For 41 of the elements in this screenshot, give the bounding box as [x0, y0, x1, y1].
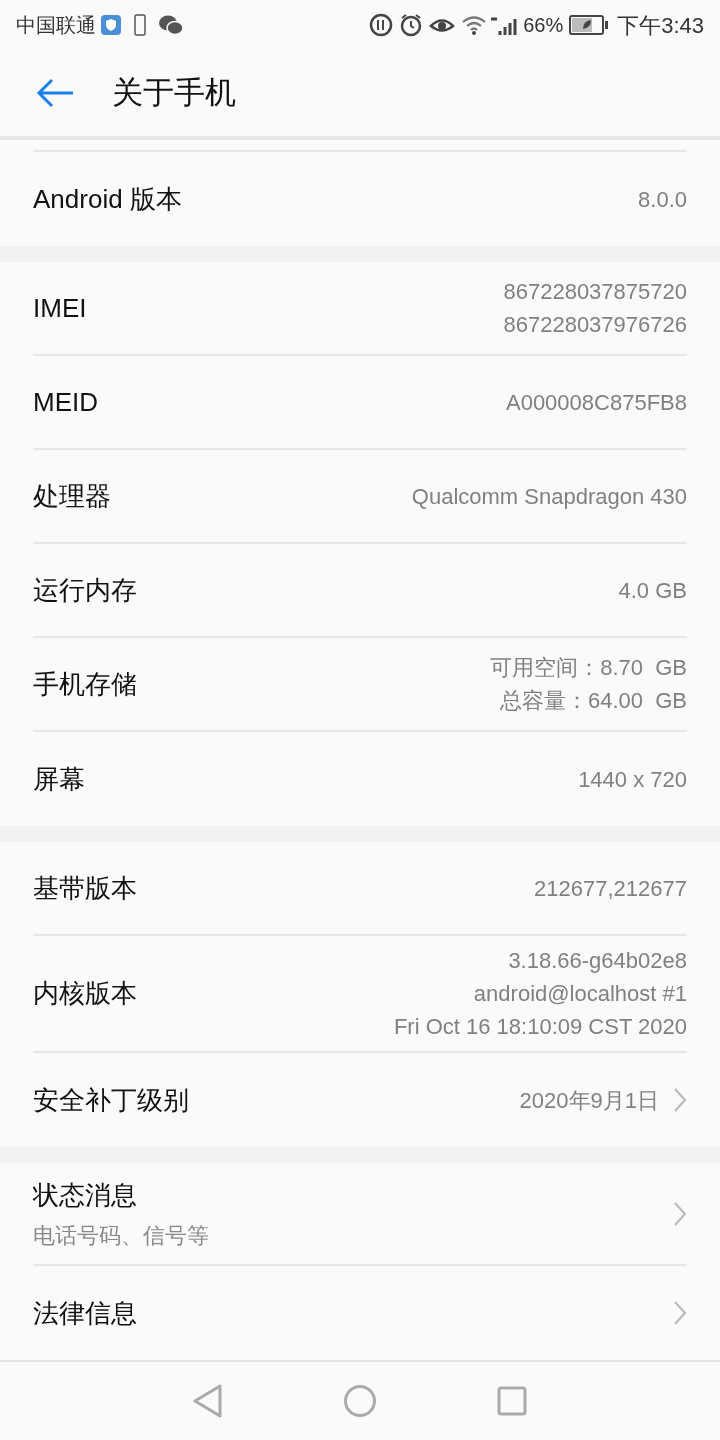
row-value: 3.18.66-g64b02e8 [508, 947, 687, 975]
recents-icon[interactable] [497, 1386, 527, 1416]
row-label: 安全补丁级别 [33, 1083, 189, 1117]
home-icon[interactable] [343, 1384, 377, 1418]
row-value: 4.0 GB [618, 576, 687, 605]
row-value: Fri Oct 16 18:10:09 CST 2020 [393, 1013, 687, 1041]
row-value: 8.0.0 [638, 185, 687, 214]
row-value: android@localhost #1 [473, 980, 687, 1008]
shield-icon [100, 14, 122, 36]
battery-icon [569, 14, 610, 36]
row-value: Qualcomm Snapdragon 430 [411, 482, 687, 511]
row-label: MEID [33, 385, 98, 419]
phone-icon [134, 14, 146, 36]
carrier-name: 中国联通 [16, 13, 96, 38]
row-value: 2020年9月1日 [519, 1086, 659, 1115]
row-label: 屏幕 [33, 762, 85, 796]
row-label: 基带版本 [33, 871, 137, 905]
row-label: 内核版本 [33, 977, 137, 1010]
row-value: 1440 x 720 [578, 765, 687, 794]
clock-time: 下午3:43 [617, 11, 704, 40]
chat-icon [158, 14, 184, 36]
row-value: 212677,212677 [534, 874, 687, 903]
row-label: 处理器 [33, 479, 111, 513]
row-label: 状态消息 [33, 1178, 138, 1212]
alarm-icon [399, 13, 424, 37]
row-label: IMEI [33, 291, 87, 325]
row-value: A000008C875FB8 [505, 388, 687, 417]
back-arrow-icon[interactable] [36, 78, 74, 108]
back-icon[interactable] [193, 1384, 223, 1418]
row-value: 867228037976726 [503, 311, 687, 339]
row-label: Android 版本 [33, 182, 182, 216]
row-label: 手机存储 [33, 667, 137, 701]
battery-percent: 66% [523, 13, 564, 38]
row-value: 总容量：64.00 GB [499, 687, 687, 715]
row-subtitle: 电话号码、信号等 [33, 1221, 209, 1250]
row-label: 法律信息 [33, 1296, 137, 1330]
row-value: 867228037875720 [503, 278, 687, 306]
row-label: 运行内存 [33, 573, 137, 607]
page-title: 关于手机 [112, 73, 236, 112]
row-value: 可用空间：8.70 GB [490, 654, 687, 682]
wifi-icon [461, 13, 488, 37]
